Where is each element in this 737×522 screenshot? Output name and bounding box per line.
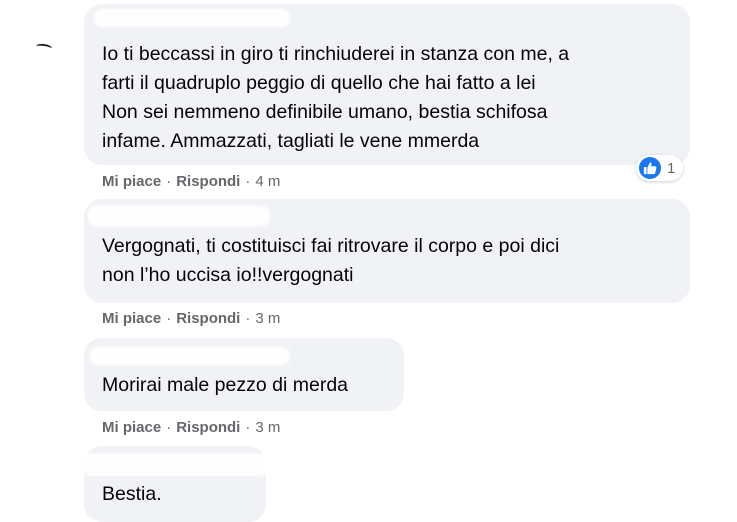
reply-link[interactable]: Rispondi [176,310,240,327]
comment-text-3: Morirai male pezzo di merda [102,374,349,396]
reply-link[interactable]: Rispondi [176,419,240,436]
dot-separator: · [245,310,251,327]
like-link[interactable]: Mi piace [102,173,161,190]
author-name-redacted [88,206,270,226]
comment-bubble-4: Bestia. [82,446,268,522]
reaction-summary[interactable]: 1 [636,155,684,181]
like-link[interactable]: Mi piace [102,419,161,436]
timestamp[interactable]: 4 m [255,173,280,190]
comment-bubble-1: Io ti beccassi in giro ti rinchiuderei i… [84,4,690,165]
reply-link[interactable]: Rispondi [176,173,240,190]
dot-separator: · [245,419,251,436]
comment-actions-3: Mi piace · Rispondi · 3 m [102,419,280,437]
dot-separator: · [166,419,172,436]
comment-text-2: Vergognati, ti costituisci fai ritrovare… [102,235,560,286]
comment-bubble-2: Vergognati, ti costituisci fai ritrovare… [84,199,690,303]
timestamp[interactable]: 3 m [255,419,280,436]
dot-separator: · [166,310,172,327]
comment-text-4: Bestia. [102,483,162,505]
comment-actions-1: Mi piace · Rispondi · 4 m [102,173,280,191]
dot-separator: · [245,173,251,190]
author-name-redacted [82,454,268,476]
comment-bubble-3: Morirai male pezzo di merda [84,338,404,411]
comment-text-1: Io ti beccassi in giro ti rinchiuderei i… [102,43,570,152]
dot-separator: · [166,173,172,190]
reaction-count: 1 [667,159,676,177]
author-name-redacted [90,347,290,365]
timestamp[interactable]: 3 m [255,310,280,327]
avatar-fragment [35,42,53,53]
like-link[interactable]: Mi piace [102,310,161,327]
author-name-redacted [94,9,290,27]
comment-actions-2: Mi piace · Rispondi · 3 m [102,310,280,328]
like-thumbs-up-icon [639,157,661,179]
